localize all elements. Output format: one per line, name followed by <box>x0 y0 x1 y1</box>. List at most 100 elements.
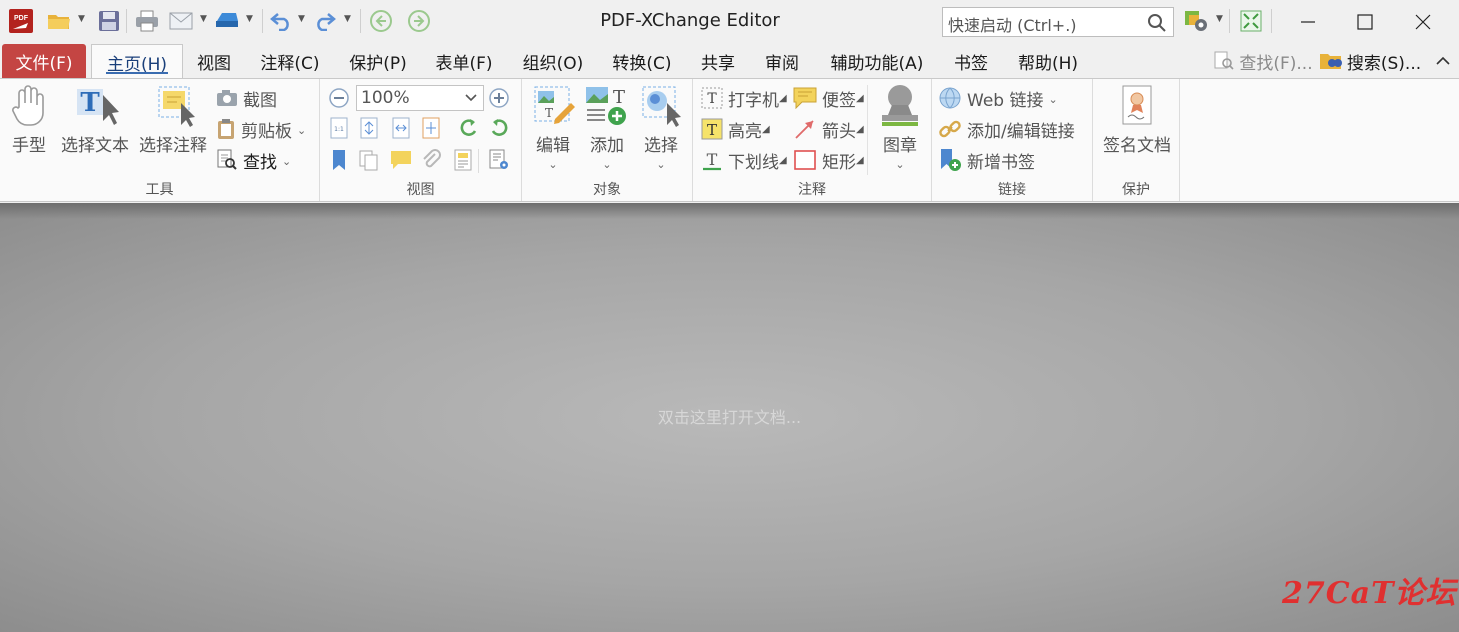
tab-view[interactable]: 视图 <box>192 44 236 78</box>
back-button[interactable] <box>368 7 394 35</box>
stamp-button[interactable]: 图章 ⌄ <box>873 83 927 171</box>
save-button[interactable] <box>96 7 122 35</box>
rotate-left-button[interactable] <box>458 117 480 139</box>
group-view: 100% 1:1 视图 <box>320 79 522 201</box>
zoom-in-button[interactable] <box>488 87 510 109</box>
search-label: 搜索(S)... <box>1346 53 1422 74</box>
document-settings-button[interactable] <box>488 149 510 171</box>
tab-help[interactable]: 帮助(H) <box>1013 44 1083 78</box>
attachments-pane-button[interactable] <box>420 149 442 171</box>
tab-comment[interactable]: 注释(C) <box>256 44 324 78</box>
svg-text:T: T <box>707 121 717 139</box>
group-label-tools: 工具 <box>145 182 174 198</box>
rotate-right-button[interactable] <box>488 117 510 139</box>
fullscreen-button[interactable] <box>1238 7 1264 35</box>
snapshot-button[interactable]: 截图 <box>216 85 277 111</box>
tab-protect[interactable]: 保护(P) <box>344 44 412 78</box>
fullscreen-icon <box>1240 10 1262 32</box>
tab-forms[interactable]: 表单(F) <box>431 44 497 78</box>
customize-button[interactable] <box>1184 7 1210 35</box>
quick-launch-input[interactable]: 快速启动 (Ctrl+.) <box>942 7 1174 37</box>
snapshot-label: 截图 <box>243 90 277 111</box>
zoom-out-button[interactable] <box>328 87 350 109</box>
properties-pane-button[interactable] <box>452 149 474 171</box>
chevron-down-icon[interactable]: ▼ <box>200 14 207 24</box>
menu-file[interactable]: 文件(F) <box>2 44 86 78</box>
select-annotation-button[interactable]: 选择注释 <box>136 83 210 156</box>
sign-document-button[interactable]: 签名文档 <box>1099 83 1175 156</box>
tab-home[interactable]: 主页(H) <box>91 44 183 79</box>
divider <box>478 149 479 173</box>
tab-bookmarks[interactable]: 书签 <box>950 44 992 78</box>
bookmarks-pane-button[interactable] <box>328 149 350 171</box>
chevron-down-icon: ⌄ <box>895 158 905 171</box>
hand-tool-button[interactable]: 手型 <box>6 83 52 156</box>
add-bookmark-button[interactable]: 新增书签 <box>938 147 1035 173</box>
select-text-button[interactable]: T 选择文本 <box>58 83 132 156</box>
open-button[interactable] <box>46 7 72 35</box>
fit-visible-button[interactable] <box>420 117 442 139</box>
add-bookmark-label: 新增书签 <box>967 152 1035 173</box>
tab-convert[interactable]: 转换(C) <box>608 44 676 78</box>
scan-button[interactable] <box>214 7 240 35</box>
paperclip-icon <box>423 149 441 168</box>
arrow-button[interactable]: 箭头 ◢ <box>793 116 864 142</box>
actual-size-button[interactable]: 1:1 <box>328 117 350 139</box>
arrow-icon <box>795 120 814 139</box>
chevron-down-icon[interactable]: ▼ <box>78 14 85 24</box>
document-workspace[interactable]: 双击这里打开文档... <box>0 203 1459 632</box>
fit-page-button[interactable] <box>358 117 380 139</box>
envelope-icon <box>169 12 193 30</box>
select-object-button[interactable]: 选择 ⌄ <box>636 83 686 171</box>
add-edit-links-button[interactable]: 添加/编辑链接 <box>938 116 1075 142</box>
comments-pane-button[interactable] <box>390 149 412 171</box>
print-button[interactable] <box>134 7 160 35</box>
undo-button[interactable] <box>268 7 294 35</box>
clipboard-button[interactable]: 剪贴板 ⌄ <box>216 116 306 142</box>
web-links-button[interactable]: Web 链接 ⌄ <box>938 85 1058 111</box>
folder-icon <box>48 15 70 29</box>
find-tool-button[interactable]: 查找 ⌄ <box>216 147 291 173</box>
divider <box>867 85 868 175</box>
chevron-down-icon[interactable]: ▼ <box>344 14 351 24</box>
search-button[interactable]: 搜索(S)... <box>1318 44 1422 78</box>
select-annotation-icon <box>158 86 195 127</box>
chevron-down-icon[interactable]: ▼ <box>246 14 253 24</box>
chevron-down-icon: ⌄ <box>602 158 612 171</box>
app-logo[interactable]: PDF <box>8 7 34 35</box>
highlight-button[interactable]: T 高亮 ◢ <box>701 116 770 142</box>
bookmark-icon <box>333 150 345 170</box>
chevron-down-icon[interactable]: ▼ <box>1216 14 1223 24</box>
rotate-right-icon <box>491 119 508 136</box>
redo-button[interactable] <box>312 7 338 35</box>
edit-button[interactable]: T 编辑 ⌄ <box>528 83 578 171</box>
group-protect: 签名文档 保护 <box>1093 79 1180 201</box>
close-button[interactable] <box>1387 0 1459 44</box>
thumbnails-pane-button[interactable] <box>358 149 380 171</box>
tab-review[interactable]: 审阅 <box>760 44 804 78</box>
sign-document-icon <box>1122 85 1152 125</box>
underline-button[interactable]: T 下划线 ◢ <box>701 147 787 173</box>
sticky-note-icon <box>793 87 817 109</box>
rectangle-label: 矩形 <box>822 152 856 173</box>
tab-accessibility[interactable]: 辅助功能(A) <box>824 44 930 78</box>
tab-share[interactable]: 共享 <box>697 44 739 78</box>
sticky-note-button[interactable]: 便签 ◢ <box>793 85 864 111</box>
rectangle-button[interactable]: 矩形 ◢ <box>793 147 864 173</box>
zoom-level-select[interactable]: 100% <box>356 85 484 111</box>
fit-width-button[interactable] <box>390 117 412 139</box>
tab-organize[interactable]: 组织(O) <box>518 44 588 78</box>
add-button[interactable]: T 添加 ⌄ <box>582 83 632 171</box>
email-button[interactable] <box>168 7 194 35</box>
find-button[interactable]: 查找(F)... <box>1212 44 1314 78</box>
highlight-icon: T <box>701 118 723 140</box>
edit-content-icon: T <box>534 86 575 124</box>
chevron-down-icon[interactable]: ▼ <box>298 14 305 24</box>
forward-button[interactable] <box>406 7 432 35</box>
select-object-label: 选择 <box>644 136 678 156</box>
typewriter-button[interactable]: T 打字机 ◢ <box>701 85 787 111</box>
group-objects: T 编辑 ⌄ T 添加 ⌄ 选择 ⌄ 对象 <box>522 79 693 201</box>
select-annotation-label: 选择注释 <box>139 136 207 156</box>
collapse-ribbon-button[interactable] <box>1432 44 1454 78</box>
open-document-hint[interactable]: 双击这里打开文档... <box>0 404 1459 428</box>
